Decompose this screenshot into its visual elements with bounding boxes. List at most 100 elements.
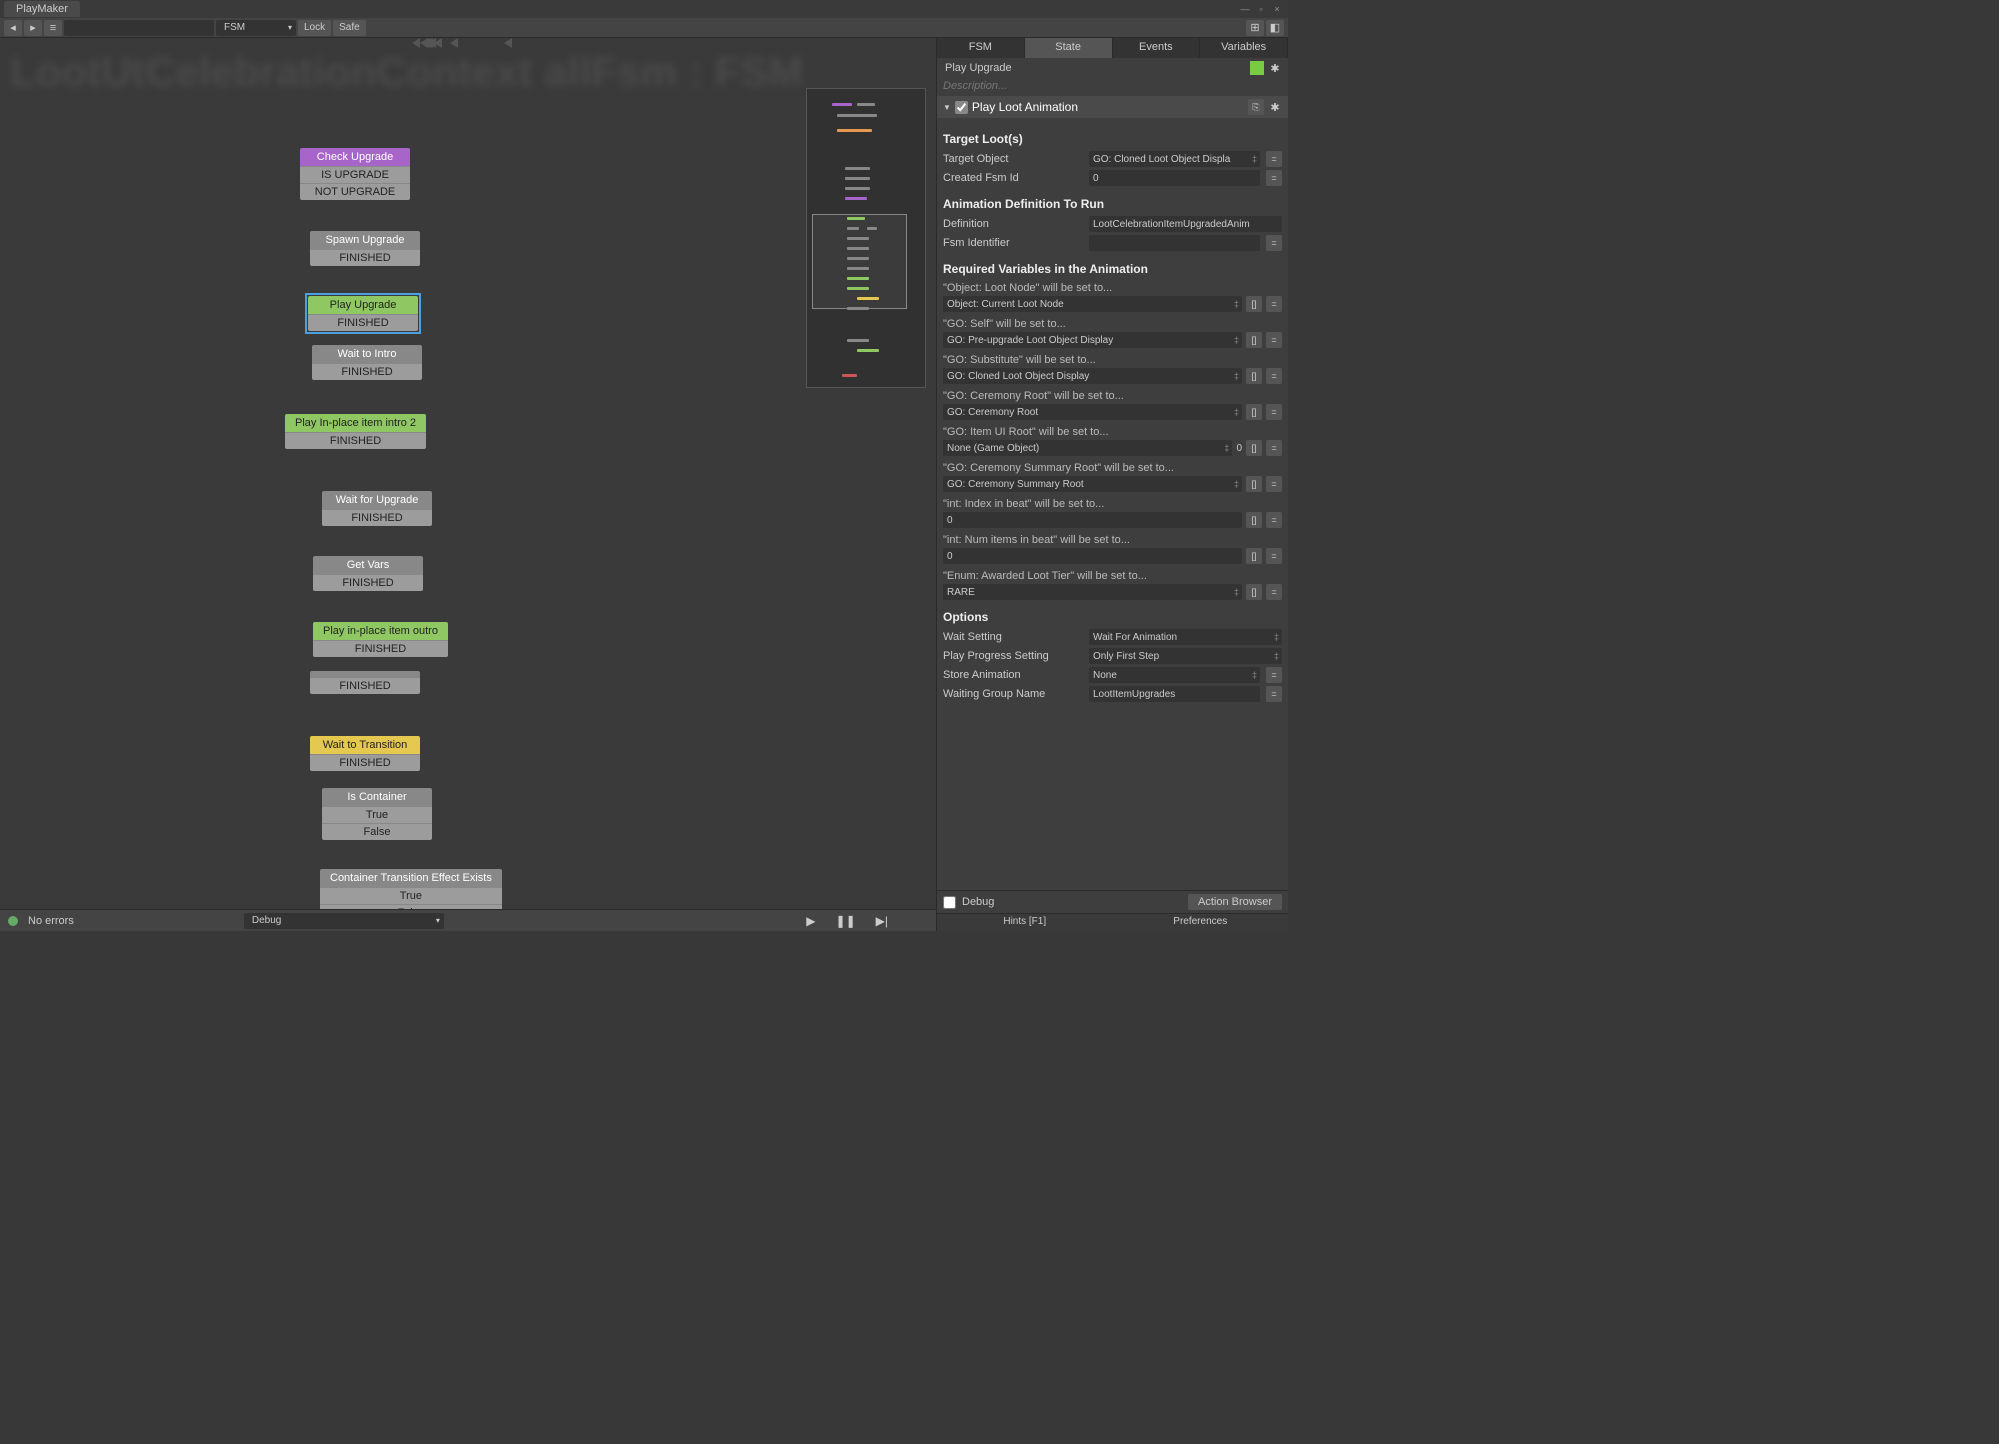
- node-title[interactable]: Wait to Intro: [312, 345, 422, 363]
- node-title[interactable]: Spawn Upgrade: [310, 231, 420, 249]
- equals-button[interactable]: =: [1266, 512, 1282, 528]
- node-title[interactable]: Check Upgrade: [300, 148, 410, 166]
- equals-button[interactable]: =: [1266, 235, 1282, 251]
- close-icon[interactable]: ×: [1270, 3, 1284, 15]
- state-color-swatch[interactable]: [1250, 61, 1264, 75]
- var-field[interactable]: 0: [943, 512, 1242, 528]
- brackets-button[interactable]: []: [1246, 584, 1262, 600]
- brackets-button[interactable]: []: [1246, 440, 1262, 456]
- var-field[interactable]: GO: Ceremony Summary Root: [943, 476, 1242, 492]
- node-transition[interactable]: FINISHED: [310, 249, 420, 266]
- node-title[interactable]: Wait to Transition: [310, 736, 420, 754]
- node-title[interactable]: Get Vars: [313, 556, 423, 574]
- node-transition[interactable]: FINISHED: [312, 363, 422, 380]
- node-transition[interactable]: FINISHED: [285, 432, 426, 449]
- disclosure-icon[interactable]: ▼: [943, 103, 951, 112]
- field-created-fsm[interactable]: 0: [1089, 170, 1260, 186]
- equals-button[interactable]: =: [1266, 548, 1282, 564]
- node-title[interactable]: Play Upgrade: [308, 296, 418, 314]
- node-transition[interactable]: FINISHED: [310, 677, 420, 694]
- fsm-node-iscontainer[interactable]: Is ContainerTrueFalse: [322, 788, 432, 840]
- node-title[interactable]: Play in-place item outro: [313, 622, 448, 640]
- var-field[interactable]: Object: Current Loot Node: [943, 296, 1242, 312]
- equals-button[interactable]: =: [1266, 332, 1282, 348]
- gear-icon[interactable]: ✱: [1268, 61, 1282, 75]
- action-browser-button[interactable]: Action Browser: [1188, 894, 1282, 910]
- equals-button[interactable]: =: [1266, 686, 1282, 702]
- debug-checkbox[interactable]: [943, 896, 956, 909]
- equals-button[interactable]: =: [1266, 368, 1282, 384]
- field-store-animation[interactable]: None: [1089, 667, 1260, 683]
- copy-icon[interactable]: ⎘: [1248, 99, 1264, 115]
- fsm-node-waitintro[interactable]: Wait to IntroFINISHED: [312, 345, 422, 380]
- fsm-node-play[interactable]: Play UpgradeFINISHED: [308, 296, 418, 331]
- brackets-button[interactable]: []: [1246, 332, 1262, 348]
- tab-events[interactable]: Events: [1113, 38, 1201, 58]
- step-button[interactable]: ▶|: [876, 914, 888, 928]
- node-transition[interactable]: False: [322, 823, 432, 840]
- brackets-button[interactable]: []: [1246, 512, 1262, 528]
- minimap-viewport[interactable]: [812, 214, 907, 309]
- path-field[interactable]: [64, 20, 214, 36]
- tab-variables[interactable]: Variables: [1200, 38, 1288, 58]
- node-transition[interactable]: NOT UPGRADE: [300, 183, 410, 200]
- misc-icon-2[interactable]: ◧: [1266, 20, 1284, 36]
- var-field[interactable]: None (Game Object): [943, 440, 1232, 456]
- node-title[interactable]: Container Transition Effect Exists: [320, 869, 502, 887]
- field-definition[interactable]: LootCelebrationItemUpgradedAnim: [1089, 216, 1282, 232]
- field-fsm-identifier[interactable]: [1089, 235, 1260, 251]
- equals-button[interactable]: =: [1266, 476, 1282, 492]
- var-field[interactable]: GO: Pre-upgrade Loot Object Display: [943, 332, 1242, 348]
- lock-toggle[interactable]: Lock: [298, 20, 331, 36]
- fsm-node-getvars[interactable]: Get VarsFINISHED: [313, 556, 423, 591]
- field-waiting-group[interactable]: LootItemUpgrades: [1089, 686, 1260, 702]
- fsm-node-spawn[interactable]: Spawn UpgradeFINISHED: [310, 231, 420, 266]
- action-gear-icon[interactable]: ✱: [1268, 100, 1282, 114]
- state-name-field[interactable]: Play Upgrade: [943, 60, 1246, 76]
- back-button[interactable]: ◂: [4, 20, 22, 36]
- node-transition[interactable]: FINISHED: [310, 754, 420, 771]
- equals-button[interactable]: =: [1266, 584, 1282, 600]
- brackets-button[interactable]: []: [1246, 368, 1262, 384]
- action-header[interactable]: ▼ Play Loot Animation ⎘ ✱: [937, 96, 1288, 118]
- fsm-node-outro[interactable]: Play in-place item outroFINISHED: [313, 622, 448, 657]
- description-field[interactable]: Description...: [937, 78, 1288, 94]
- tab-fsm[interactable]: FSM: [937, 38, 1025, 58]
- forward-button[interactable]: ▸: [24, 20, 42, 36]
- minimap[interactable]: [806, 88, 926, 388]
- brackets-button[interactable]: []: [1246, 404, 1262, 420]
- minimize-icon[interactable]: —: [1238, 3, 1252, 15]
- equals-button[interactable]: =: [1266, 296, 1282, 312]
- brackets-button[interactable]: []: [1246, 476, 1262, 492]
- maximize-icon[interactable]: ▫: [1254, 3, 1268, 15]
- fsm-dropdown[interactable]: FSM: [216, 20, 296, 36]
- var-field[interactable]: 0: [943, 548, 1242, 564]
- equals-button[interactable]: =: [1266, 440, 1282, 456]
- window-tab[interactable]: PlayMaker: [4, 1, 80, 17]
- node-transition[interactable]: FINISHED: [313, 574, 423, 591]
- tab-state[interactable]: State: [1025, 38, 1113, 58]
- field-wait-setting[interactable]: Wait For Animation: [1089, 629, 1282, 645]
- fsm-node-waitupg[interactable]: Wait for UpgradeFINISHED: [322, 491, 432, 526]
- equals-button[interactable]: =: [1266, 404, 1282, 420]
- node-transition[interactable]: FINISHED: [313, 640, 448, 657]
- equals-button[interactable]: =: [1266, 667, 1282, 683]
- var-field[interactable]: GO: Cloned Loot Object Display: [943, 368, 1242, 384]
- hints-tab[interactable]: Hints [F1]: [937, 914, 1113, 931]
- node-title[interactable]: Play In-place item intro 2: [285, 414, 426, 432]
- node-transition[interactable]: FINISHED: [308, 314, 418, 331]
- equals-button[interactable]: =: [1266, 151, 1282, 167]
- node-transition[interactable]: IS UPGRADE: [300, 166, 410, 183]
- equals-button[interactable]: =: [1266, 170, 1282, 186]
- fsm-canvas[interactable]: LootUtCelebrationContext allFsm : FSM Ch…: [0, 38, 936, 931]
- field-play-progress[interactable]: Only First Step: [1089, 648, 1282, 664]
- var-field[interactable]: GO: Ceremony Root: [943, 404, 1242, 420]
- node-title[interactable]: Is Container: [322, 788, 432, 806]
- debug-dropdown[interactable]: Debug: [244, 913, 444, 929]
- brackets-button[interactable]: []: [1246, 548, 1262, 564]
- action-enabled-checkbox[interactable]: [955, 101, 968, 114]
- node-transition[interactable]: FINISHED: [322, 509, 432, 526]
- node-transition[interactable]: True: [320, 887, 502, 904]
- misc-icon-1[interactable]: ⊞: [1246, 20, 1264, 36]
- node-transition[interactable]: True: [322, 806, 432, 823]
